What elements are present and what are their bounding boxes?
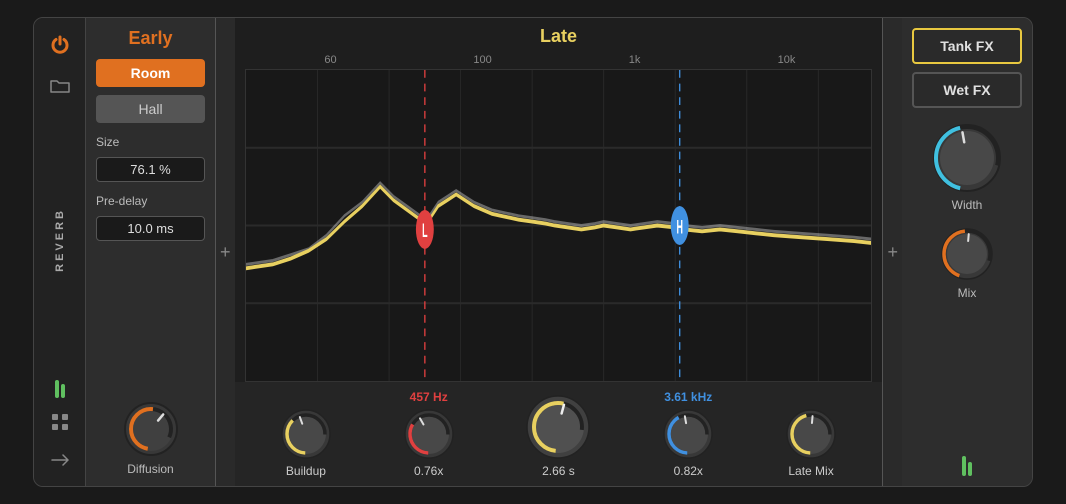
freq-10k: 10k: [711, 54, 863, 66]
low-shelf-label: 0.76x: [414, 464, 443, 478]
late-mix-knob-item: Late Mix: [784, 407, 838, 478]
high-shelf-label: 0.82x: [674, 464, 703, 478]
room-button[interactable]: Room: [96, 59, 205, 87]
arrow-button[interactable]: [46, 446, 74, 474]
late-title: Late: [235, 18, 883, 51]
reverb-label: REVERB: [54, 208, 66, 272]
width-section: Width: [912, 122, 1022, 212]
early-title: Early: [96, 28, 205, 49]
vu-meter-right: [962, 456, 972, 476]
wet-fx-button[interactable]: Wet FX: [912, 72, 1022, 108]
folder-button[interactable]: [46, 72, 74, 100]
freq-axis: 60 100 1k 10k: [235, 51, 883, 69]
high-freq-label: 3.61 kHz: [664, 390, 712, 404]
mix-label: Mix: [958, 286, 977, 300]
svg-text:H: H: [676, 217, 682, 239]
eq-display[interactable]: L H: [245, 69, 873, 382]
low-freq-label: 457 Hz: [410, 390, 448, 404]
size-label: Size: [96, 135, 205, 149]
left-plus-button[interactable]: +: [216, 242, 235, 263]
buildup-knob[interactable]: [279, 407, 333, 461]
low-shelf-knob-item: 457 Hz 0.76x: [402, 390, 456, 478]
decay-knob[interactable]: [524, 393, 592, 461]
knobs-row: Buildup 457 Hz 0.76x: [235, 382, 883, 486]
decay-knob-item: 2.66 s: [524, 393, 592, 478]
hall-button[interactable]: Hall: [96, 95, 205, 123]
buildup-knob-item: Buildup: [279, 407, 333, 478]
mix-section: Mix: [912, 226, 1022, 300]
predelay-value[interactable]: 10.0 ms: [96, 216, 205, 241]
width-knob[interactable]: [931, 122, 1003, 194]
high-shelf-knob[interactable]: [661, 407, 715, 461]
plugin-container: REVERB Early Room: [33, 17, 1033, 487]
svg-text:L: L: [422, 220, 427, 242]
mix-knob[interactable]: [939, 226, 995, 282]
sidebar-bottom: [46, 380, 74, 474]
power-button[interactable]: [46, 30, 74, 58]
vu-meter-left: [55, 380, 65, 398]
right-plus-button[interactable]: +: [883, 242, 902, 263]
late-mix-label: Late Mix: [788, 464, 833, 478]
freq-100: 100: [407, 54, 559, 66]
predelay-label: Pre-delay: [96, 194, 205, 208]
tank-fx-button[interactable]: Tank FX: [912, 28, 1022, 64]
eq-svg: L H: [246, 70, 872, 381]
late-mix-knob[interactable]: [784, 407, 838, 461]
size-value[interactable]: 76.1 %: [96, 157, 205, 182]
right-panel: Tank FX Wet FX Width: [902, 18, 1032, 486]
main-display: Late 60 100 1k 10k: [235, 18, 884, 486]
early-section: Early Room Hall Size 76.1 % Pre-delay 10…: [86, 18, 216, 486]
diffusion-section: Diffusion: [96, 400, 205, 476]
freq-60: 60: [255, 54, 407, 66]
left-sidebar: REVERB: [34, 18, 86, 486]
grid-button[interactable]: [46, 408, 74, 436]
diffusion-label: Diffusion: [127, 462, 173, 476]
freq-1k: 1k: [559, 54, 711, 66]
width-label: Width: [952, 198, 983, 212]
high-shelf-knob-item: 3.61 kHz 0.82x: [661, 390, 715, 478]
decay-label: 2.66 s: [542, 464, 575, 478]
low-shelf-knob[interactable]: [402, 407, 456, 461]
buildup-label: Buildup: [286, 464, 326, 478]
diffusion-knob[interactable]: [122, 400, 180, 458]
